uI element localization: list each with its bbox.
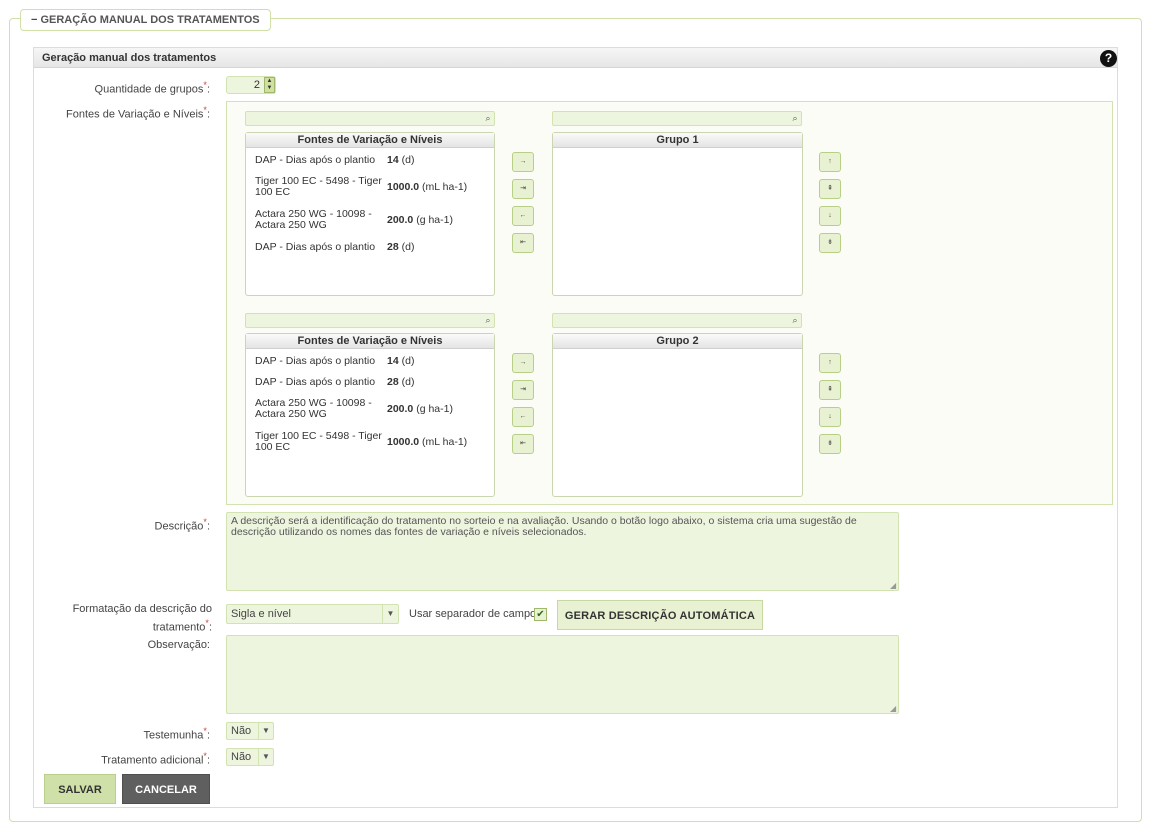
chevron-down-icon[interactable]: ▼ [258,723,273,739]
move-all-left-button[interactable]: ⇤ [512,434,534,454]
quantidade-grupos-value[interactable]: 2 [226,76,262,94]
fieldset-legend-text: GERAÇÃO MANUAL DOS TRATAMENTOS [40,14,260,26]
descricao-label: Descrição*: [154,517,210,533]
testemunha-select-value: Não [231,725,252,737]
list-item-name[interactable]: Tiger 100 EC - 5498 - Tiger 100 EC [255,176,383,198]
search-icon[interactable]: ⌕ [790,315,800,325]
list-item-value[interactable]: 28 (d) [387,377,414,388]
list-item-value[interactable]: 14 (d) [387,155,414,166]
resize-handle-icon[interactable]: ◢ [890,705,896,713]
move-up-button[interactable]: ↑ [819,152,841,172]
move-all-right-button[interactable]: ⇥ [512,380,534,400]
usar-separador-label: Usar separador de campos [409,608,542,620]
salvar-button[interactable]: SALVAR [44,774,116,804]
chevron-down-icon[interactable]: ▼ [258,749,273,765]
testemunha-label: Testemunha*: [143,726,210,742]
fontes-label: Fontes de Variação e Níveis*: [66,105,210,121]
move-all-left-button[interactable]: ⇤ [512,233,534,253]
spinner-down-icon[interactable]: ▼ [265,85,274,92]
source-list-header: Fontes de Variação e Níveis [246,334,494,349]
source-list-header: Fontes de Variação e Níveis [246,133,494,148]
list-item-name[interactable]: Tiger 100 EC - 5498 - Tiger 100 EC [255,431,383,453]
move-left-button[interactable]: ← [512,407,534,427]
list-item-value[interactable]: 1000.0 (mL ha-1) [387,182,467,193]
cancelar-button[interactable]: CANCELAR [122,774,210,804]
tratamento-adicional-label: Tratamento adicional*: [101,751,210,767]
move-right-button[interactable]: → [512,152,534,172]
list-item-name[interactable]: DAP - Dias após o plantio [255,155,380,166]
move-bottom-button[interactable]: ⇟ [819,233,841,253]
list-item-name[interactable]: DAP - Dias após o plantio [255,356,380,367]
move-right-button[interactable]: → [512,353,534,373]
chevron-down-icon[interactable]: ▼ [382,605,398,623]
list-item-value[interactable]: 200.0 (g ha-1) [387,215,453,226]
list-item-value[interactable]: 28 (d) [387,242,414,253]
move-top-button[interactable]: ⇞ [819,179,841,199]
move-bottom-button[interactable]: ⇟ [819,434,841,454]
tratamento-adicional-select-value: Não [231,751,252,763]
resize-handle-icon[interactable]: ◢ [890,582,896,590]
help-icon[interactable]: ? [1100,50,1117,67]
target-list-grupo-2[interactable]: Grupo 2 [552,333,803,497]
gerar-descricao-button[interactable]: GERAR DESCRIÇÃO AUTOMÁTICA [557,600,763,630]
panel-title: Geração manual dos tratamentos [34,48,1117,68]
spinner-buttons[interactable]: ▲ ▼ [264,77,275,93]
formatacao-select-value: Sigla e nível [231,608,291,620]
list-item-name[interactable]: Actara 250 WG - 10098 - Actara 250 WG [255,209,375,231]
collapse-icon[interactable]: − [31,14,37,26]
search-icon[interactable]: ⌕ [483,315,493,325]
move-top-button[interactable]: ⇞ [819,380,841,400]
list-item-name[interactable]: Actara 250 WG - 10098 - Actara 250 WG [255,398,375,420]
move-down-button[interactable]: ↓ [819,206,841,226]
list-item-name[interactable]: DAP - Dias após o plantio [255,242,380,253]
formatacao-select[interactable]: Sigla e nível [226,604,399,624]
move-down-button[interactable]: ↓ [819,407,841,427]
target-search-input-1[interactable] [552,111,802,126]
usar-separador-checkbox[interactable]: ✔ [534,608,547,621]
list-item-value[interactable]: 1000.0 (mL ha-1) [387,437,467,448]
quantidade-label: Quantidade de grupos*: [94,80,210,96]
source-search-input-2[interactable] [245,313,495,328]
formatacao-label: Formatação da descrição do tratamento*: [72,603,212,634]
fieldset-legend[interactable]: − GERAÇÃO MANUAL DOS TRATAMENTOS [20,9,271,31]
move-all-right-button[interactable]: ⇥ [512,179,534,199]
observacao-label: Observação: [147,639,210,651]
list-item-value[interactable]: 14 (d) [387,356,414,367]
search-icon[interactable]: ⌕ [483,113,493,123]
descricao-textarea[interactable]: A descrição será a identificação do trat… [226,512,899,591]
move-up-button[interactable]: ↑ [819,353,841,373]
source-search-input-1[interactable] [245,111,495,126]
list-item-name[interactable]: DAP - Dias após o plantio [255,377,380,388]
list-item-value[interactable]: 200.0 (g ha-1) [387,404,453,415]
spinner-up-icon[interactable]: ▲ [265,78,274,85]
search-icon[interactable]: ⌕ [790,113,800,123]
descricao-placeholder: A descrição será a identificação do trat… [231,515,857,538]
move-left-button[interactable]: ← [512,206,534,226]
target-list-grupo-1[interactable]: Grupo 1 [552,132,803,296]
target-list-header: Grupo 2 [553,334,802,349]
target-search-input-2[interactable] [552,313,802,328]
observacao-textarea[interactable] [226,635,899,714]
target-list-header: Grupo 1 [553,133,802,148]
